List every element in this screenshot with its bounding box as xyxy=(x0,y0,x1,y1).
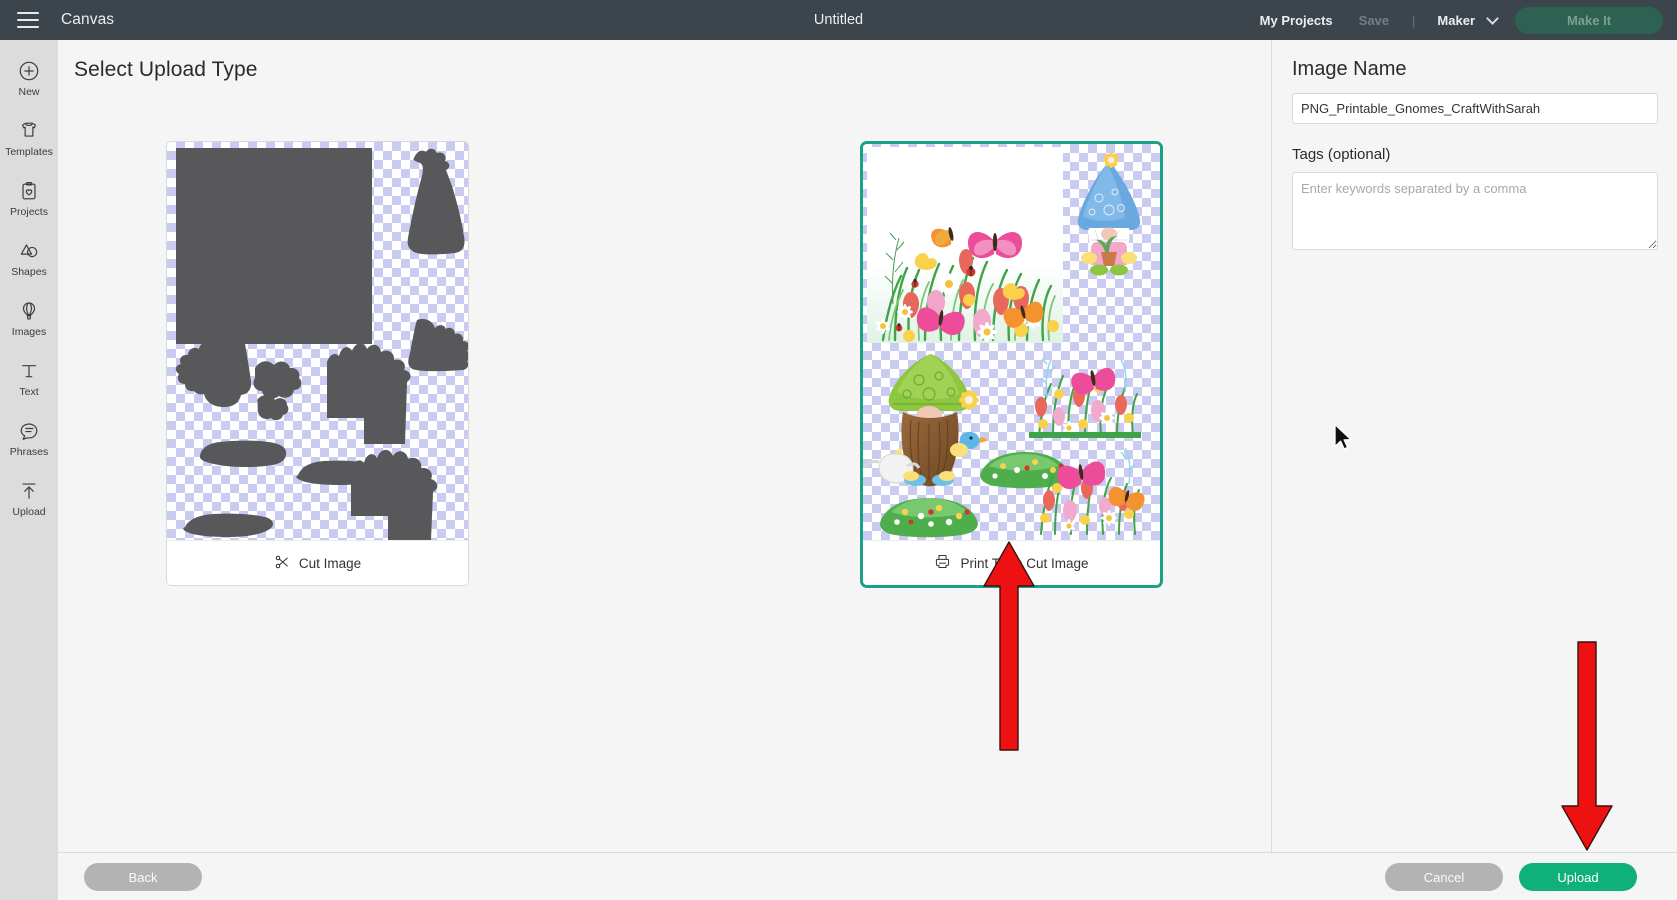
back-button[interactable]: Back xyxy=(84,863,202,891)
app-root: Canvas Untitled My Projects Save | Maker… xyxy=(0,0,1677,900)
tags-label: Tags (optional) xyxy=(1292,146,1391,163)
chevron-down-icon[interactable] xyxy=(1486,12,1499,25)
top-bar-separator: | xyxy=(1412,12,1416,28)
sidebar-item-text[interactable]: Text xyxy=(0,348,58,408)
main-panel: Select Upload Type Cut Image Print Then … xyxy=(58,40,1271,852)
printer-icon xyxy=(934,553,951,573)
hamburger-icon[interactable] xyxy=(17,12,39,28)
hot-air-balloon-icon xyxy=(18,299,40,323)
upload-type-card-cut-image[interactable]: Cut Image xyxy=(166,141,469,586)
sidebar-item-label: New xyxy=(18,85,40,98)
upload-type-card-print-then-cut[interactable]: Print Then Cut Image xyxy=(860,141,1163,588)
sidebar-item-label: Templates xyxy=(5,145,53,158)
sidebar-item-label: Text xyxy=(19,385,39,398)
cut-image-caption[interactable]: Cut Image xyxy=(167,540,468,585)
plus-circle-icon xyxy=(18,59,40,83)
sidebar-item-label: Phrases xyxy=(9,445,49,458)
sidebar-item-label: Shapes xyxy=(11,265,47,278)
shapes-icon xyxy=(18,239,40,263)
right-panel: Image Name Tags (optional) xyxy=(1271,40,1677,852)
sidebar-item-shapes[interactable]: Shapes xyxy=(0,228,58,288)
upload-button[interactable]: Upload xyxy=(1519,863,1637,891)
sidebar-item-new[interactable]: New xyxy=(0,48,58,108)
sidebar-item-label: Images xyxy=(11,325,47,338)
save-button: Save xyxy=(1358,12,1390,28)
page-title: Select Upload Type xyxy=(74,58,258,81)
machine-selector[interactable]: Maker xyxy=(1425,13,1475,28)
sidebar-item-upload[interactable]: Upload xyxy=(0,468,58,528)
sidebar-item-phrases[interactable]: Phrases xyxy=(0,408,58,468)
text-t-icon xyxy=(18,359,40,383)
sidebar-item-templates[interactable]: Templates xyxy=(0,108,58,168)
tshirt-icon xyxy=(18,119,40,143)
color-artwork xyxy=(863,147,1145,538)
cancel-button[interactable]: Cancel xyxy=(1385,863,1503,891)
sidebar-item-label: Upload xyxy=(12,505,46,518)
image-name-label: Image Name xyxy=(1292,58,1407,80)
left-sidebar: New Templates Projects Shapes Images Tex… xyxy=(0,40,58,900)
upload-arrow-icon xyxy=(18,479,40,503)
top-bar-actions: My Projects Save | Maker Make It xyxy=(1247,6,1677,34)
my-projects-link[interactable]: My Projects xyxy=(1247,13,1346,28)
sidebar-item-images[interactable]: Images xyxy=(0,288,58,348)
sidebar-item-projects[interactable]: Projects xyxy=(0,168,58,228)
top-bar: Canvas Untitled My Projects Save | Maker… xyxy=(0,0,1677,40)
clipboard-heart-icon xyxy=(18,179,40,203)
print-then-cut-caption[interactable]: Print Then Cut Image xyxy=(863,540,1160,585)
card-caption-label: Print Then Cut Image xyxy=(960,555,1089,571)
speech-bubble-icon xyxy=(18,419,40,443)
scissors-icon xyxy=(274,554,290,573)
card-caption-label: Cut Image xyxy=(298,555,362,571)
make-it-button: Make It xyxy=(1515,6,1663,34)
print-then-cut-preview xyxy=(863,144,1160,540)
silhouette-artwork xyxy=(175,148,468,540)
canvas-label[interactable]: Canvas xyxy=(61,11,114,29)
cut-image-preview xyxy=(167,142,468,540)
image-name-input[interactable] xyxy=(1292,93,1658,124)
bottom-bar: Back Cancel Upload xyxy=(58,852,1677,900)
sidebar-item-label: Projects xyxy=(10,205,48,218)
tags-input[interactable] xyxy=(1292,172,1658,250)
